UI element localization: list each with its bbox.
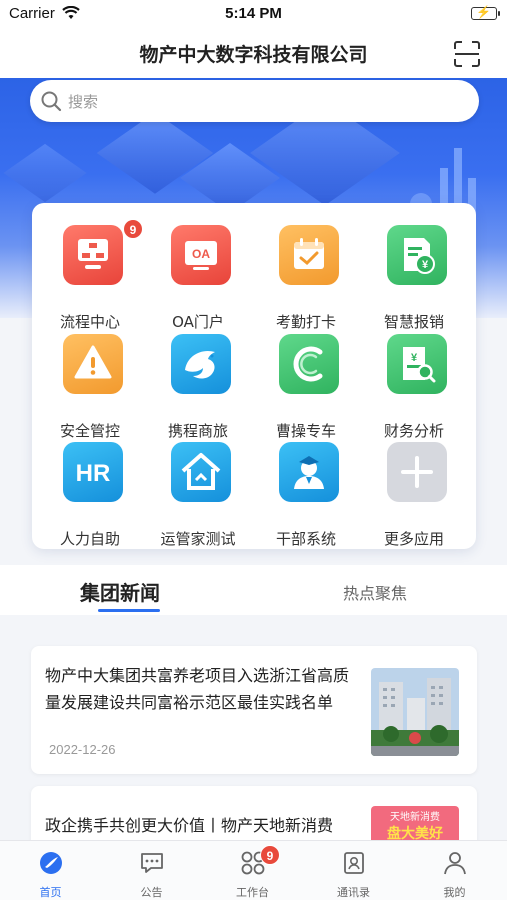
contacts-icon — [344, 852, 364, 874]
app-hr-self-service[interactable]: HR 人力自助 — [34, 442, 145, 548]
app-label: 更多应用 — [383, 530, 444, 548]
receipt-icon: ¥ — [387, 225, 447, 285]
app-label: 流程中心 — [59, 313, 120, 331]
tab-contacts[interactable]: 通讯录 — [303, 841, 404, 900]
tab-group-news[interactable]: 集团新闻 — [80, 577, 160, 606]
status-bar: Carrier 5:14 PM ⚡ — [0, 0, 507, 28]
svg-text:¥: ¥ — [411, 352, 418, 364]
app-flow-center[interactable]: 9 流程中心 — [34, 219, 145, 331]
app-oa-portal[interactable]: OA OA门户 — [142, 225, 253, 331]
app-label: 人力自助 — [59, 530, 120, 548]
tab-label: 通讯录 — [337, 886, 370, 899]
app-label: 考勤打卡 — [275, 313, 336, 331]
clock: 5:14 PM — [225, 5, 282, 22]
app-label: 干部系统 — [275, 530, 336, 548]
home-icon — [40, 852, 62, 874]
app-label: 安全管控 — [59, 422, 120, 440]
app-caocao-car[interactable]: 曹操专车 — [250, 334, 361, 440]
app-ctrip-travel[interactable]: 携程商旅 — [142, 334, 253, 440]
svg-text:OA: OA — [192, 247, 210, 261]
search-bar[interactable]: 搜索 — [30, 80, 479, 122]
svg-text:HR: HR — [76, 460, 111, 487]
car-c-icon — [279, 334, 339, 394]
thumb-text-top: 天地新消费 — [390, 810, 440, 823]
news-thumbnail — [371, 668, 459, 756]
app-label: OA门户 — [172, 313, 224, 331]
house-icon — [171, 442, 231, 502]
app-label: 携程商旅 — [167, 422, 228, 440]
page-title: 物产中大数字科技有限公司 — [139, 44, 368, 66]
hr-icon: HR — [63, 442, 123, 502]
search-placeholder: 搜索 — [68, 93, 99, 111]
app-grid: 9 流程中心 OA OA门户 考勤打卡 ¥ 智慧报销 安全管控 携程商旅 曹操专… — [32, 203, 476, 549]
tab-indicator — [98, 609, 160, 612]
search-icon — [41, 91, 62, 112]
warning-icon — [63, 334, 123, 394]
svg-text:¥: ¥ — [422, 259, 429, 271]
battery-icon: ⚡ — [471, 5, 500, 20]
user-icon — [444, 852, 466, 875]
app-safety-control[interactable]: 安全管控 — [34, 334, 145, 440]
news-item[interactable]: 物产中大集团共富养老项目入选浙江省高质量发展建设共同富裕示范区最佳实践名单 20… — [31, 646, 477, 774]
scan-icon[interactable] — [453, 40, 481, 68]
tab-label: 我的 — [443, 886, 466, 899]
tab-label: 公告 — [140, 886, 163, 899]
tab-profile[interactable]: 我的 — [404, 841, 505, 900]
tab-label: 首页 — [39, 886, 62, 899]
chat-bubble-icon — [141, 853, 163, 873]
tab-home[interactable]: 首页 — [0, 841, 101, 900]
app-label: 运管家测试 — [160, 530, 236, 548]
bottom-tab-bar: 首页 公告 9 工作台 通讯录 我的 — [0, 840, 507, 900]
app-operations-test[interactable]: 运管家测试 — [142, 442, 253, 548]
tab-label: 工作台 — [236, 886, 269, 899]
dolphin-icon — [171, 334, 231, 394]
app-label: 曹操专车 — [275, 422, 336, 440]
app-smart-reimbursement[interactable]: ¥ 智慧报销 — [358, 225, 469, 331]
plus-icon — [387, 442, 447, 502]
cadre-icon — [279, 442, 339, 502]
flowchart-icon — [63, 225, 123, 285]
app-cadre-system[interactable]: 干部系统 — [250, 442, 361, 548]
news-date: 2022-12-26 — [49, 742, 116, 757]
notification-badge: 9 — [260, 845, 280, 865]
app-more-apps[interactable]: 更多应用 — [358, 442, 469, 548]
calendar-check-icon — [279, 225, 339, 285]
tab-announcements[interactable]: 公告 — [101, 841, 202, 900]
app-header: 物产中大数字科技有限公司 — [0, 28, 507, 78]
news-headline: 物产中大集团共富养老项目入选浙江省高质量发展建设共同富裕示范区最佳实践名单 — [45, 666, 350, 712]
app-label: 智慧报销 — [383, 313, 444, 331]
app-label: 财务分析 — [383, 422, 444, 440]
notification-badge: 9 — [123, 219, 143, 239]
news-tabs: 集团新闻 热点聚焦 — [0, 565, 507, 615]
news-headline: 政企携手共创更大价值丨物产天地新消费 — [45, 816, 334, 835]
tab-hot-topics[interactable]: 热点聚焦 — [343, 580, 407, 604]
finance-search-icon: ¥ — [387, 334, 447, 394]
app-attendance[interactable]: 考勤打卡 — [250, 225, 361, 331]
oa-icon: OA — [171, 225, 231, 285]
app-finance-analysis[interactable]: ¥ 财务分析 — [358, 334, 469, 440]
tab-workbench[interactable]: 9 工作台 — [202, 841, 303, 900]
